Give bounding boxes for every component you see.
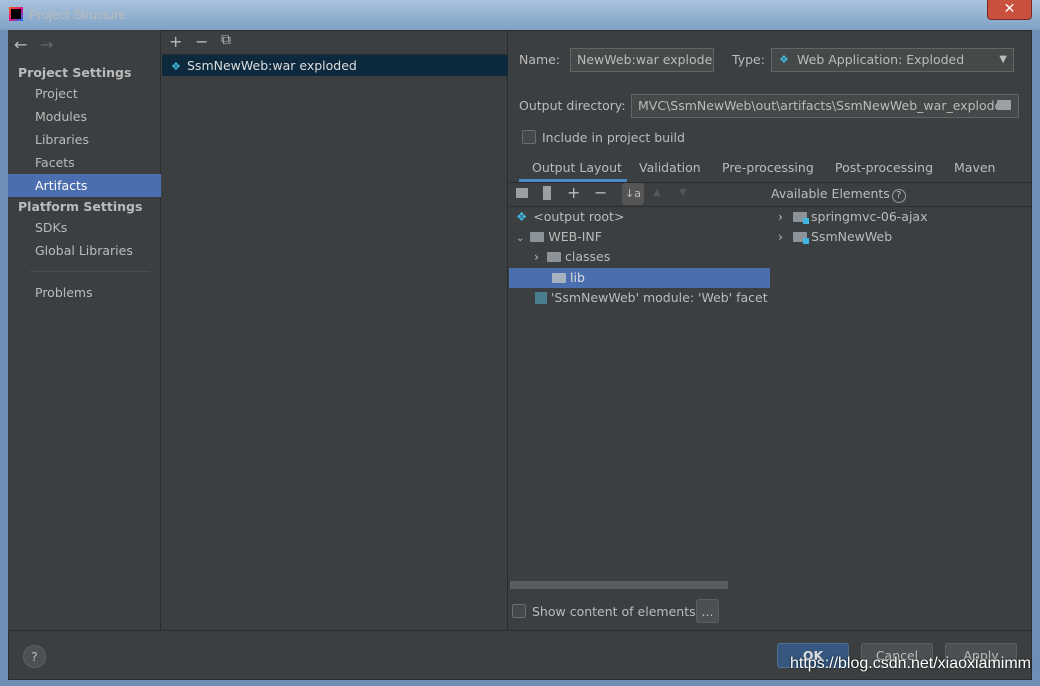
name-input[interactable]: NewWeb:war exploded xyxy=(570,48,714,72)
tree-node-output-root[interactable]: ❖ <output root> xyxy=(516,207,624,227)
remove-element-button[interactable]: − xyxy=(594,183,607,202)
folder-icon xyxy=(552,273,566,283)
help-icon[interactable]: ? xyxy=(891,189,906,203)
tab-maven[interactable]: Maven xyxy=(954,156,995,182)
artifact-name: SsmNewWeb:war exploded xyxy=(187,58,357,73)
output-directory-input[interactable]: MVC\SsmNewWeb\out\artifacts\SsmNewWeb_wa… xyxy=(631,94,1019,118)
close-window-button[interactable]: ✕ xyxy=(987,0,1032,20)
add-archive-icon[interactable] xyxy=(543,186,551,200)
type-value: Web Application: Exploded xyxy=(797,52,965,67)
watermark: https://blog.csdn.net/xiaoxiamimm xyxy=(790,655,1031,672)
available-item-springmvc[interactable]: › springmvc-06-ajax xyxy=(778,207,927,227)
module-icon xyxy=(793,212,809,224)
more-options-button[interactable]: ... xyxy=(696,599,719,623)
tab-validation[interactable]: Validation xyxy=(639,156,701,182)
active-tab-indicator xyxy=(519,179,627,182)
browse-folder-icon[interactable] xyxy=(997,100,1011,110)
module-icon xyxy=(793,232,809,244)
sidebar-item-project[interactable]: Project xyxy=(8,82,161,105)
add-element-button[interactable]: + xyxy=(567,183,580,202)
forward-arrow-icon[interactable]: → xyxy=(40,35,53,54)
sort-alphabetically-icon[interactable]: ↓a xyxy=(622,183,644,205)
sidebar-item-modules[interactable]: Modules xyxy=(8,105,161,128)
type-label: Type: xyxy=(732,52,765,67)
remove-artifact-button[interactable]: − xyxy=(195,32,208,51)
show-content-checkbox[interactable] xyxy=(512,604,526,618)
type-dropdown[interactable]: Web Application: Exploded ▼ ❖ xyxy=(771,48,1014,72)
help-button[interactable]: ? xyxy=(23,645,46,668)
artifacts-list-panel xyxy=(162,30,508,630)
add-artifact-button[interactable]: + xyxy=(169,32,182,51)
platform-settings-heading: Platform Settings xyxy=(18,199,143,214)
name-label: Name: xyxy=(519,52,561,67)
show-content-label: Show content of elements xyxy=(532,604,696,619)
horizontal-scrollbar[interactable] xyxy=(510,581,728,589)
web-artifact-icon: ❖ xyxy=(779,53,789,66)
tree-node-web-facet-resources[interactable]: 'SsmNewWeb' module: 'Web' facet re xyxy=(535,288,770,308)
sidebar-item-facets[interactable]: Facets xyxy=(8,151,161,174)
web-facet-icon xyxy=(535,292,547,304)
intellij-app-icon xyxy=(9,7,23,21)
chevron-down-icon: ▼ xyxy=(999,54,1007,65)
window-title: Project Structure xyxy=(29,7,126,22)
sidebar-item-artifacts[interactable]: Artifacts xyxy=(8,174,161,197)
include-in-build-label: Include in project build xyxy=(542,130,685,145)
sidebar-item-libraries[interactable]: Libraries xyxy=(8,128,161,151)
chevron-right-icon: › xyxy=(778,229,783,244)
back-arrow-icon[interactable]: ← xyxy=(14,35,27,54)
sidebar-item-problems[interactable]: Problems xyxy=(8,281,161,304)
artifact-list-item[interactable]: SsmNewWeb:war exploded xyxy=(162,55,508,76)
tree-node-web-inf[interactable]: ⌄ WEB-INF xyxy=(516,227,602,247)
chevron-down-icon: ⌄ xyxy=(516,233,525,244)
available-elements-label: Available Elements? xyxy=(771,186,906,203)
title-bar xyxy=(0,0,1040,30)
folder-icon xyxy=(547,252,561,262)
move-up-icon[interactable]: ▲ xyxy=(653,187,661,198)
create-directory-icon[interactable] xyxy=(516,188,528,198)
project-settings-heading: Project Settings xyxy=(18,65,132,80)
chevron-right-icon: › xyxy=(778,209,783,224)
tree-node-lib[interactable]: lib xyxy=(509,268,770,288)
sidebar-item-global-libraries[interactable]: Global Libraries xyxy=(8,239,161,262)
tab-pre-processing[interactable]: Pre-processing xyxy=(722,156,814,182)
tree-node-classes[interactable]: › classes xyxy=(534,247,610,267)
tab-divider xyxy=(509,182,1032,183)
sidebar-divider xyxy=(30,271,150,272)
output-directory-label: Output directory: xyxy=(519,98,626,113)
chevron-right-icon: › xyxy=(534,249,539,264)
sidebar-item-sdks[interactable]: SDKs xyxy=(8,216,161,239)
tab-post-processing[interactable]: Post-processing xyxy=(835,156,933,182)
available-item-ssmnewweb[interactable]: › SsmNewWeb xyxy=(778,227,892,247)
folder-icon xyxy=(530,232,545,242)
include-in-build-checkbox[interactable] xyxy=(522,130,536,144)
output-root-icon: ❖ xyxy=(516,209,528,224)
move-down-icon[interactable]: ▼ xyxy=(679,187,687,198)
copy-artifact-button[interactable]: ⧉ xyxy=(221,32,231,48)
web-artifact-icon: ❖ xyxy=(171,60,181,73)
